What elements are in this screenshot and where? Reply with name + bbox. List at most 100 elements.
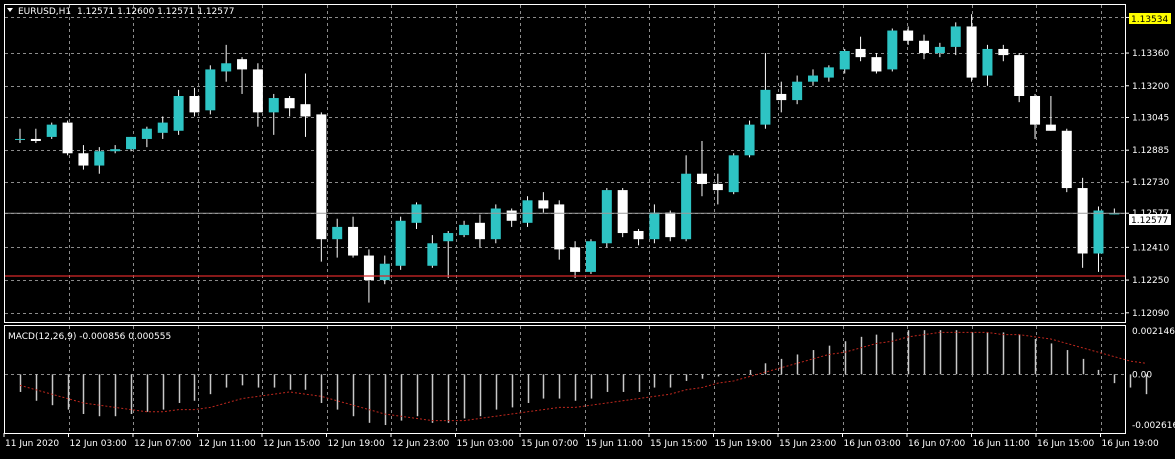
candle: [934, 42, 945, 58]
main-chart-frame: [4, 4, 1126, 323]
candle: [94, 147, 105, 174]
candle-body: [15, 138, 25, 140]
candle-body: [665, 212, 676, 238]
candle-body: [1077, 188, 1088, 254]
candle: [1030, 93, 1041, 139]
candle-body: [506, 210, 517, 221]
candle: [126, 136, 137, 152]
candle: [1045, 96, 1056, 131]
candle: [205, 65, 216, 115]
time-axis: 11 Jun 2020 12 Jun 03:00 12 Jun 07:00 12 Ju…: [3, 433, 1159, 449]
candlestick-series: [15, 14, 1120, 303]
candle-body: [855, 48, 866, 58]
candle: [237, 57, 248, 94]
time-tick-label: 16 Jun 03:00: [844, 439, 901, 449]
candle: [62, 120, 73, 156]
candle: [601, 188, 612, 248]
symbol-dropdown-icon[interactable]: [7, 8, 13, 12]
candle: [110, 145, 121, 154]
chart-canvas[interactable]: 1.13534 1.13360 1.13200 1.13045 1.12885 1.127…: [0, 0, 1175, 455]
candle-body: [300, 104, 311, 117]
candle: [633, 228, 644, 246]
trading-chart-window[interactable]: 1.13534 1.13360 1.13200 1.13045 1.12885 1.127…: [0, 0, 1175, 455]
candle-body: [1030, 96, 1041, 125]
candle: [887, 28, 898, 72]
candle-body: [1014, 55, 1025, 96]
candle: [744, 120, 755, 158]
candle-body: [1093, 210, 1104, 254]
price-tick-label: 1.13360: [1132, 49, 1169, 59]
candle: [1077, 177, 1088, 268]
price-tick-label: 1.12410: [1132, 243, 1169, 253]
ohlc-readout: 1.12571 1.12600 1.12571 1.12577: [77, 7, 234, 17]
price-tick-label: 1.12250: [1132, 276, 1169, 286]
candle-body: [934, 46, 945, 54]
candle-body: [871, 57, 882, 72]
candle: [173, 89, 184, 135]
price-tick-label: 1.12885: [1132, 146, 1169, 156]
price-tick-label: 1.12730: [1132, 178, 1169, 188]
candle-body: [633, 231, 644, 240]
candle-body: [284, 98, 295, 109]
candle-body: [474, 222, 485, 240]
candle: [443, 231, 454, 279]
candle-body: [126, 136, 137, 150]
candle: [998, 44, 1009, 62]
marked-price-tag: 1.13534: [1131, 15, 1168, 25]
time-tick-label: 16 Jun 19:00: [1102, 439, 1159, 449]
candle: [30, 128, 41, 144]
candle: [665, 210, 676, 242]
candle-body: [348, 226, 359, 256]
candle-body: [316, 114, 327, 240]
candle-body: [585, 241, 596, 272]
candle: [379, 255, 390, 285]
candle-body: [268, 98, 279, 113]
candle: [490, 204, 501, 244]
candle: [792, 75, 803, 105]
candle-body: [221, 63, 232, 72]
candle: [760, 53, 771, 129]
candle-body: [427, 243, 438, 266]
candle-body: [966, 26, 977, 78]
candle: [1014, 53, 1025, 103]
candle-body: [998, 48, 1009, 56]
candle-body: [744, 124, 755, 156]
candle-body: [141, 128, 152, 139]
price-tick-label: 1.13045: [1132, 113, 1169, 123]
candle-body: [950, 26, 961, 47]
candle-body: [157, 122, 168, 133]
candle: [332, 218, 343, 258]
candle: [1061, 128, 1072, 193]
time-tick-label: 15 Jun 03:00: [457, 439, 514, 449]
candle: [459, 220, 470, 238]
candle: [316, 112, 327, 262]
macd-signal-line: [19, 331, 1147, 422]
candle-body: [252, 69, 263, 113]
candle: [15, 128, 25, 144]
candle: [823, 65, 834, 82]
candle-body: [46, 124, 57, 137]
time-tick-label: 16 Jun 11:00: [973, 439, 1030, 449]
candle-body: [728, 155, 739, 193]
time-tick-label: 12 Jun 07:00: [134, 439, 191, 449]
time-tick-label: 15 Jun 15:00: [650, 439, 707, 449]
price-levels: [5, 212, 1125, 277]
time-tick-label: 12 Jun 11:00: [199, 439, 256, 449]
candle: [252, 63, 263, 127]
macd-axis: 0.002146 0.00 -0.002616: [1132, 327, 1175, 431]
candle-body: [173, 96, 184, 131]
candle: [808, 69, 818, 86]
time-tick-label: 11 Jun 2020: [5, 439, 59, 449]
candle-body: [554, 204, 565, 250]
candle-body: [696, 173, 707, 184]
candle: [538, 192, 549, 213]
time-tick-label: 15 Jun 23:00: [779, 439, 836, 449]
candle: [411, 202, 422, 229]
candle-body: [887, 30, 898, 70]
candle-body: [522, 200, 533, 223]
current-price-tag: 1.12577: [1131, 216, 1168, 226]
candle-body: [237, 59, 248, 70]
candle: [776, 81, 787, 113]
macd-tick-label: -0.002616: [1132, 421, 1175, 431]
candle-body: [760, 89, 771, 125]
